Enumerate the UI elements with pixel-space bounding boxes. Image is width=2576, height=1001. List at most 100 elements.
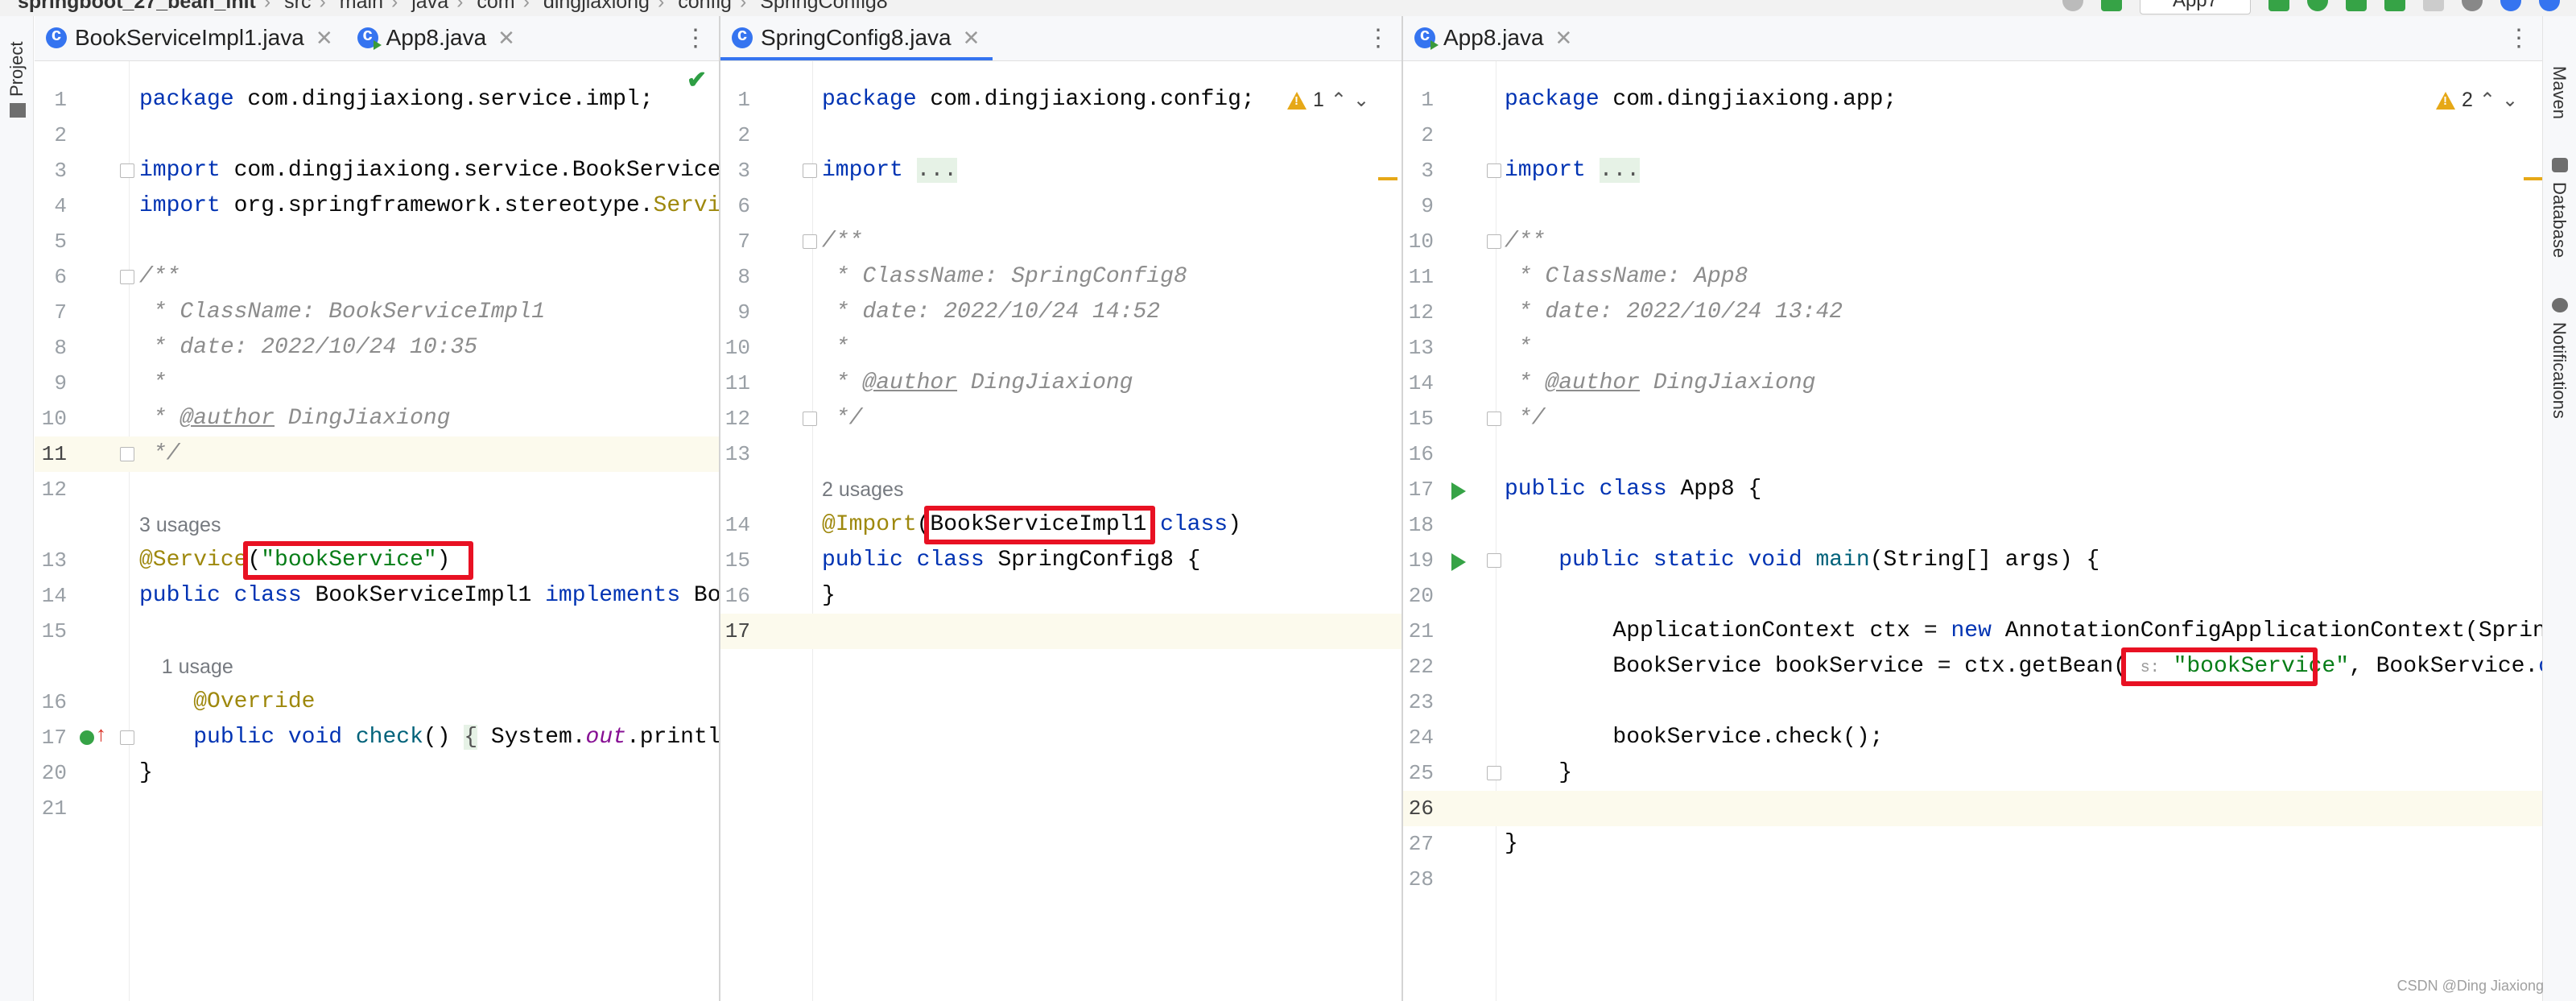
warning-stripe-marker[interactable]	[2524, 177, 2542, 180]
tab-app8[interactable]: App8.java ✕	[346, 16, 528, 60]
search-icon[interactable]	[2462, 0, 2483, 11]
code-token: public void	[193, 725, 343, 750]
fold-icon[interactable]	[1487, 553, 1501, 568]
code-token: System.	[477, 725, 586, 750]
warning-stripe-marker[interactable]	[1378, 177, 1397, 180]
ide-update-icon[interactable]	[2500, 0, 2521, 11]
code-editor[interactable]: 1 package com.dingjiaxiong.config; 2 3 impor…	[720, 61, 1402, 1001]
code-line: 10 *	[720, 330, 1402, 366]
run-icon[interactable]	[2268, 0, 2289, 11]
line-number: 22	[1408, 655, 1434, 679]
warning-icon	[1287, 91, 1307, 110]
fold-icon[interactable]	[120, 270, 134, 284]
code-line: 16}	[720, 578, 1402, 614]
run-configuration-selector[interactable]: App7	[2139, 0, 2251, 14]
fold-icon[interactable]	[803, 234, 817, 249]
maven-tool-label[interactable]: Maven	[2549, 66, 2570, 119]
line-number: 14	[41, 584, 67, 608]
project-tool-label[interactable]: Project	[6, 42, 27, 97]
breadcrumb-item[interactable]: config	[678, 0, 732, 13]
line-number: 17	[1408, 478, 1434, 502]
database-icon[interactable]	[2552, 158, 2568, 172]
code-line: 7 /**	[720, 224, 1402, 259]
code-token: }	[1505, 831, 1518, 856]
fold-icon[interactable]	[1487, 234, 1501, 249]
debug-icon[interactable]	[2307, 0, 2328, 11]
code-token: * date: 2022/10/24 13:42	[1505, 300, 1843, 325]
breadcrumb-item[interactable]: springboot_27_bean_init	[18, 0, 256, 13]
code-line: 21	[35, 791, 719, 826]
code-token: }	[822, 583, 836, 608]
code-line: 16 @Override	[35, 685, 719, 720]
inlay-usages-hint[interactable]: 1 usage	[139, 649, 233, 685]
fold-icon[interactable]	[120, 730, 134, 745]
code-editor[interactable]: 1 package com.dingjiaxiong.app; 2 3 import .…	[1403, 61, 2542, 1001]
more-options-icon[interactable]: ⋮	[683, 24, 708, 52]
fold-icon[interactable]	[803, 163, 817, 178]
breadcrumb-item[interactable]: dingjiaxiong	[543, 0, 650, 13]
run-class-icon[interactable]	[1451, 482, 1466, 500]
code-text: public class SpringConfig8 {	[822, 543, 1200, 578]
code-line: 19 public static void main(String[] args…	[1403, 543, 2542, 578]
code-token: @author	[862, 370, 958, 395]
tab-springconfig8[interactable]: SpringConfig8.java ✕	[720, 16, 993, 60]
code-editor[interactable]: 1 package com.dingjiaxiong.service.impl; 2…	[35, 61, 719, 1001]
inlay-usages-hint[interactable]: 3 usages	[139, 507, 221, 543]
toolbar-actions: App7	[2062, 0, 2576, 16]
fold-icon[interactable]	[1487, 412, 1501, 426]
left-tool-strip: Project	[0, 16, 34, 1001]
account-icon[interactable]	[2062, 0, 2083, 11]
profile-icon[interactable]	[2384, 0, 2405, 11]
plugin-icon[interactable]	[2539, 0, 2560, 11]
code-text: * @author DingJiaxiong	[139, 401, 451, 436]
inspection-widget[interactable]: 1 ⌃ ⌄	[1287, 89, 1369, 112]
tab-app8[interactable]: App8.java ✕	[1403, 16, 1585, 60]
navigate-up-arrow-icon[interactable]: ↑	[96, 722, 106, 747]
code-token: main	[1815, 548, 1870, 573]
no-problems-check-icon[interactable]: ✔	[687, 66, 707, 94]
code-token: @author	[180, 406, 275, 431]
close-icon[interactable]: ✕	[316, 26, 333, 51]
stop-icon[interactable]	[2423, 0, 2444, 11]
line-number: 18	[1408, 513, 1434, 537]
chevron-down-icon[interactable]: ⌄	[2502, 89, 2518, 112]
close-icon[interactable]: ✕	[497, 26, 515, 51]
run-main-icon[interactable]	[1451, 553, 1466, 571]
breadcrumb-item[interactable]: src	[284, 0, 311, 13]
close-icon[interactable]: ✕	[1555, 26, 1573, 51]
coverage-icon[interactable]	[2346, 0, 2367, 11]
editor-tab-bar: SpringConfig8.java ✕ ⋮	[720, 16, 1402, 61]
chevron-up-icon[interactable]: ⌃	[1331, 89, 1347, 112]
database-tool-label[interactable]: Database	[2549, 182, 2570, 258]
folder-icon[interactable]	[10, 103, 26, 118]
line-number: 2	[737, 123, 750, 147]
notifications-tool-label[interactable]: Notifications	[2549, 322, 2570, 419]
code-token: /**	[1505, 229, 1546, 254]
fold-icon[interactable]	[803, 412, 817, 426]
line-number: 26	[1408, 796, 1434, 821]
breadcrumb-item[interactable]: com	[477, 0, 514, 13]
line-number: 20	[41, 761, 67, 785]
fold-icon[interactable]	[120, 163, 134, 178]
line-number: 17	[41, 726, 67, 750]
code-line: 2	[1403, 118, 2542, 153]
runnable-class-icon	[1414, 24, 1439, 50]
tab-bookserviceimpl1[interactable]: BookServiceImpl1.java ✕	[35, 16, 346, 60]
fold-icon[interactable]	[120, 447, 134, 461]
more-options-icon[interactable]: ⋮	[1366, 24, 1390, 52]
fold-icon[interactable]	[1487, 163, 1501, 178]
implements-method-icon[interactable]	[80, 730, 94, 745]
inlay-usages-hint[interactable]: 2 usages	[822, 472, 903, 507]
fold-icon[interactable]	[1487, 766, 1501, 780]
inspection-widget[interactable]: 2 ⌃ ⌄	[2431, 89, 2519, 112]
chevron-down-icon[interactable]: ⌄	[1353, 89, 1369, 112]
hammer-build-icon[interactable]	[2100, 0, 2122, 11]
breadcrumb-item[interactable]: java	[411, 0, 448, 13]
more-options-icon[interactable]: ⋮	[2507, 24, 2531, 52]
breadcrumb-item[interactable]: SpringConfig8	[760, 0, 887, 13]
code-line: 17 public class App8 {	[1403, 472, 2542, 507]
bell-icon[interactable]	[2552, 298, 2568, 312]
breadcrumb-item[interactable]: main	[340, 0, 383, 13]
close-icon[interactable]: ✕	[963, 26, 980, 51]
chevron-up-icon[interactable]: ⌃	[2479, 89, 2496, 112]
